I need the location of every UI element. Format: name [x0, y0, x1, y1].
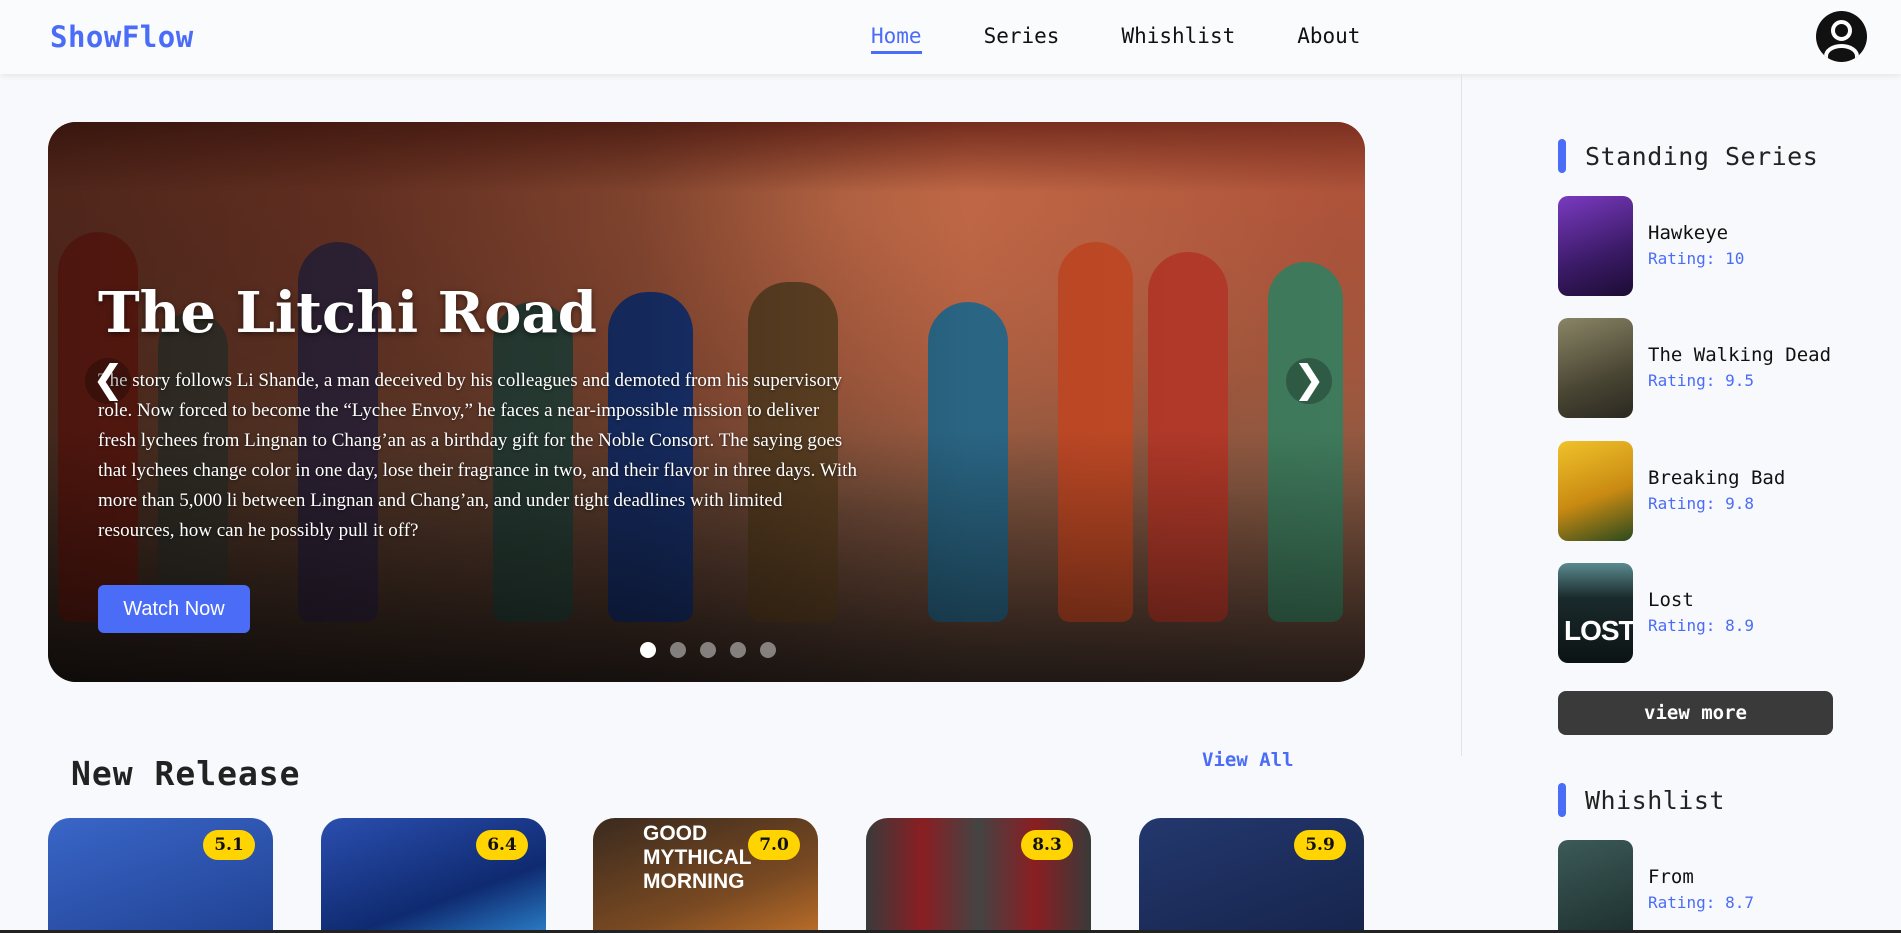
series-rating: Rating: 9.8	[1648, 494, 1754, 513]
poster-thumbnail	[1558, 441, 1633, 541]
standing-series-title: Standing Series	[1585, 141, 1819, 171]
carousel-dot-2[interactable]	[670, 642, 686, 658]
series-name: From	[1648, 866, 1694, 888]
standing-item-walking-dead[interactable]: The Walking Dead Rating: 9.5	[1558, 318, 1838, 418]
hero-title: The Litchi Road	[98, 280, 597, 346]
series-rating: Rating: 10	[1648, 249, 1745, 268]
series-name: Breaking Bad	[1648, 467, 1786, 489]
nav-home[interactable]: Home	[871, 24, 922, 54]
release-card-2[interactable]: 6.4	[321, 818, 546, 933]
poster-thumbnail: LOST	[1558, 563, 1633, 663]
poster-text: LOST	[1564, 615, 1633, 646]
accent-bar	[1558, 783, 1566, 817]
prev-slide-icon[interactable]: ❮	[85, 358, 131, 404]
user-avatar-icon[interactable]	[1816, 11, 1867, 62]
rating-badge: 5.1	[203, 830, 255, 860]
series-rating: Rating: 8.9	[1648, 616, 1754, 635]
rating-badge: 8.3	[1021, 830, 1073, 860]
new-release-title: New Release	[71, 754, 301, 793]
top-navbar: ShowFlow Home Series Whishlist About	[0, 0, 1901, 74]
rating-badge: 6.4	[476, 830, 528, 860]
release-card-1[interactable]: 5.1	[48, 818, 273, 933]
whishlist-header: Whishlist	[1558, 783, 1725, 817]
nav-series[interactable]: Series	[984, 24, 1060, 54]
series-name: Hawkeye	[1648, 222, 1729, 244]
watch-now-button[interactable]: Watch Now	[98, 585, 250, 633]
nav-about[interactable]: About	[1297, 24, 1360, 54]
whishlist-item-from[interactable]: From Rating: 8.7	[1558, 840, 1838, 933]
standing-item-breaking-bad[interactable]: Breaking Bad Rating: 9.8	[1558, 441, 1838, 541]
release-card-4[interactable]: 8.3	[866, 818, 1091, 933]
poster-thumbnail	[1558, 196, 1633, 296]
accent-bar	[1558, 139, 1566, 173]
series-rating: Rating: 9.5	[1648, 371, 1754, 390]
main-nav: Home Series Whishlist About	[871, 24, 1422, 54]
series-rating: Rating: 8.7	[1648, 893, 1754, 912]
release-card-3[interactable]: GOOD MYTHICAL MORNING 7.0	[593, 818, 818, 933]
sidebar-divider	[1461, 74, 1462, 756]
hero-description: The story follows Li Shande, a man decei…	[98, 370, 857, 541]
view-more-button[interactable]: view more	[1558, 691, 1833, 735]
whishlist-title: Whishlist	[1585, 785, 1725, 815]
series-name: Lost	[1648, 589, 1694, 611]
standing-item-hawkeye[interactable]: Hawkeye Rating: 10	[1558, 196, 1838, 296]
standing-item-lost[interactable]: LOST Lost Rating: 8.9	[1558, 563, 1838, 663]
logo[interactable]: ShowFlow	[50, 20, 194, 54]
rating-badge: 5.9	[1294, 830, 1346, 860]
carousel-dot-3[interactable]	[700, 642, 716, 658]
release-card-5[interactable]: 5.9	[1139, 818, 1364, 933]
nav-whishlist[interactable]: Whishlist	[1121, 24, 1235, 54]
carousel-dot-4[interactable]	[730, 642, 746, 658]
rating-badge: 7.0	[748, 830, 800, 860]
carousel-dot-5[interactable]	[760, 642, 776, 658]
next-slide-icon[interactable]: ❯	[1286, 358, 1332, 404]
poster-thumbnail	[1558, 840, 1633, 933]
carousel-dots	[640, 642, 790, 658]
carousel-dot-1[interactable]	[640, 642, 656, 658]
poster-thumbnail	[1558, 318, 1633, 418]
hero-carousel: The Litchi Road The story follows Li Sha…	[48, 122, 1365, 682]
view-all-link[interactable]: View All	[1202, 749, 1294, 771]
standing-series-header: Standing Series	[1558, 139, 1818, 173]
series-name: The Walking Dead	[1648, 344, 1832, 366]
